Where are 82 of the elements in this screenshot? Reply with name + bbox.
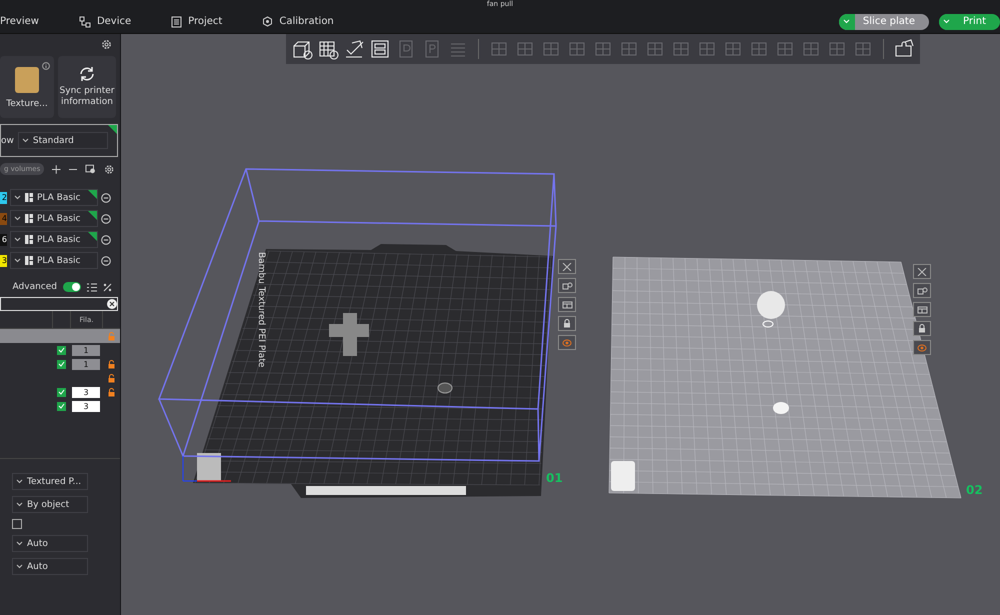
visible-checkbox[interactable] xyxy=(56,360,66,368)
filament-icon xyxy=(25,193,33,202)
chevron-icon xyxy=(14,216,21,221)
settings-icon[interactable] xyxy=(101,38,112,50)
document-icon xyxy=(171,16,182,28)
object-row[interactable]: 1 xyxy=(0,357,120,371)
layout-icon[interactable] xyxy=(558,297,576,312)
chevron-icon xyxy=(14,195,21,200)
object-row[interactable]: 3 xyxy=(0,399,120,413)
filament-number[interactable]: 6 xyxy=(0,234,7,246)
arrange-icon[interactable] xyxy=(913,283,931,298)
advanced-toggle[interactable] xyxy=(63,282,81,292)
lock-icon[interactable] xyxy=(108,388,114,396)
process-label: ow xyxy=(1,136,14,146)
remove-filament-icon[interactable] xyxy=(101,256,111,266)
clear-icon[interactable] xyxy=(107,299,117,309)
lock-icon[interactable] xyxy=(913,321,931,336)
remove-filament-icon[interactable] xyxy=(101,214,111,224)
filament-dropdown[interactable]: PLA Basic xyxy=(10,210,98,227)
lock-icon[interactable] xyxy=(108,374,114,382)
setting-dropdown[interactable]: Auto xyxy=(12,558,88,575)
info-icon[interactable] xyxy=(42,62,50,70)
filament-dropdown[interactable]: PLA Basic xyxy=(10,231,98,248)
filament-field[interactable]: 1 xyxy=(72,344,100,356)
filament-dropdown[interactable]: PLA Basic xyxy=(10,189,98,206)
arrange-icon[interactable] xyxy=(558,278,576,293)
list-icon[interactable] xyxy=(87,282,97,292)
filament-number[interactable]: 2 xyxy=(0,192,7,204)
filament-sync-icon[interactable] xyxy=(85,164,96,174)
chevron-icon xyxy=(14,237,21,242)
process-dropdown[interactable]: Standard xyxy=(18,132,108,149)
setting-dropdown[interactable]: By object xyxy=(12,496,88,513)
refresh-icon xyxy=(78,66,96,82)
filament-field[interactable]: 3 xyxy=(72,386,100,398)
setting-checkbox[interactable] xyxy=(12,519,22,529)
advanced-label: Advanced xyxy=(12,282,57,292)
filament-icon xyxy=(25,235,33,244)
chevron-icon xyxy=(16,502,23,507)
object-row[interactable]: 1 xyxy=(0,343,120,357)
lock-icon[interactable] xyxy=(558,316,576,331)
chevron-icon xyxy=(16,541,23,546)
percent-icon[interactable] xyxy=(103,282,112,292)
remove-filament-icon[interactable] xyxy=(101,234,111,244)
menu-tab[interactable]: Device xyxy=(78,16,132,28)
chevron-icon xyxy=(22,138,29,143)
setting-dropdown[interactable]: Auto xyxy=(12,535,88,552)
chevron-icon xyxy=(16,479,23,484)
setting-dropdown[interactable]: Textured P... xyxy=(12,473,88,490)
plate-card[interactable]: Texture... xyxy=(0,56,54,118)
filament-dropdown[interactable]: PLA Basic xyxy=(10,252,98,269)
plate-thumbnail-icon xyxy=(13,64,41,94)
menu-tab[interactable]: Preview xyxy=(0,16,39,27)
add-icon[interactable] xyxy=(52,164,61,174)
lock-icon[interactable] xyxy=(108,360,114,368)
visible-checkbox[interactable] xyxy=(56,388,66,396)
menu-tab[interactable]: Calibration xyxy=(262,16,334,27)
filament-field[interactable]: 3 xyxy=(72,400,100,412)
remove-filament-icon[interactable] xyxy=(101,192,111,202)
sync-printer-button[interactable]: Sync printer information xyxy=(58,56,116,118)
chevron-icon[interactable] xyxy=(843,19,850,24)
device-icon xyxy=(78,16,91,28)
search-field[interactable] xyxy=(0,297,118,311)
plate-type-label: Texture... xyxy=(6,98,48,110)
close-icon[interactable] xyxy=(913,264,931,279)
chevron-icon[interactable] xyxy=(943,19,950,24)
plate-number: 02 xyxy=(966,483,983,497)
plate-number: 01 xyxy=(546,471,563,485)
menu-tab[interactable]: Project xyxy=(171,16,222,28)
filament-icon xyxy=(25,214,33,223)
layout-icon[interactable] xyxy=(913,302,931,317)
settings-icon[interactable] xyxy=(104,164,114,174)
filament-number[interactable]: 3 xyxy=(0,254,7,266)
object-row[interactable]: 3 xyxy=(0,385,120,399)
chevron-icon xyxy=(14,258,21,263)
visible-checkbox[interactable] xyxy=(56,346,66,354)
plate-name: Bambu Textured PEI Plate xyxy=(256,252,266,368)
close-icon[interactable] xyxy=(558,259,576,274)
filament-field[interactable]: 1 xyxy=(72,358,100,370)
visible-checkbox[interactable] xyxy=(56,402,66,410)
filament-icon xyxy=(25,256,33,265)
chevron-icon xyxy=(16,564,23,569)
hexagon-icon xyxy=(262,16,274,27)
